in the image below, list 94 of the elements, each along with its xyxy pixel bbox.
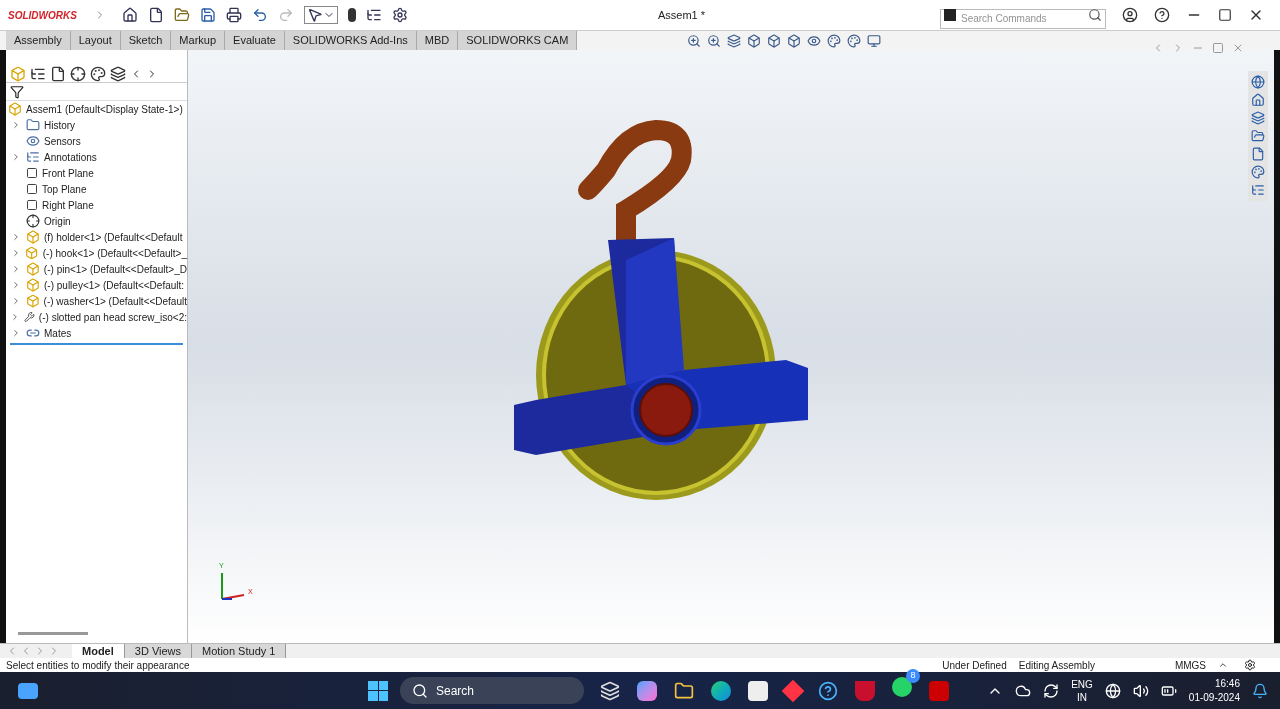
save-icon[interactable] (200, 7, 216, 23)
doc-close-icon[interactable] (1232, 42, 1244, 54)
bottom-tab[interactable]: 3D Views (124, 644, 193, 658)
zoom-fit-icon[interactable] (687, 33, 702, 48)
tree-row[interactable]: Front Plane (6, 165, 187, 181)
network-icon[interactable] (1104, 682, 1121, 699)
mates-icon (26, 326, 40, 340)
bottom-tab[interactable]: Motion Study 1 (192, 644, 287, 658)
status-mode: Editing Assembly (1018, 658, 1095, 673)
units-selector[interactable]: MMGS (1174, 657, 1206, 673)
help-icon[interactable] (1154, 7, 1170, 23)
tree-row[interactable]: Mates (6, 325, 187, 341)
tree-item[interactable]: (f) holder<1> (Default<<Default (44, 229, 183, 245)
tree-item[interactable]: (-) slotted pan head screw_iso<2: (38, 309, 187, 325)
view-settings-icon[interactable] (867, 33, 882, 48)
maximize-icon[interactable] (1218, 8, 1232, 22)
tree-row[interactable]: (-) pulley<1> (Default<<Default: (6, 277, 187, 293)
tree-row[interactable]: Right Plane (6, 197, 187, 213)
appearance-icon[interactable] (827, 33, 842, 48)
status-message: Select entities to modify their appearance (6, 658, 190, 673)
print-icon[interactable] (226, 7, 242, 23)
command-tab[interactable]: Sketch (120, 31, 172, 50)
command-tab[interactable]: Markup (171, 31, 226, 50)
windows-start-icon[interactable] (368, 680, 388, 701)
command-tab[interactable]: SOLIDWORKS CAM (458, 31, 578, 50)
settings-icon[interactable] (392, 7, 408, 23)
undo-icon[interactable] (252, 7, 268, 23)
search-field[interactable]: Search Commands (940, 8, 1106, 29)
tree-row[interactable]: (-) hook<1> (Default<<Default>_ (6, 245, 187, 261)
hide-show-icon[interactable] (807, 33, 822, 48)
help-app-icon[interactable] (818, 680, 838, 701)
status-options-icon[interactable] (1244, 659, 1256, 671)
command-tab[interactable]: Evaluate (225, 31, 285, 50)
volume-icon[interactable] (1132, 682, 1149, 699)
user-icon[interactable] (1122, 7, 1138, 23)
tree-item[interactable]: History (44, 117, 76, 133)
command-tab[interactable]: MBD (416, 31, 459, 50)
units-caret-icon[interactable] (1218, 660, 1228, 670)
notifications-icon[interactable] (1252, 682, 1268, 699)
tree-item[interactable]: (-) hook<1> (Default<<Default>_ (42, 245, 187, 261)
appearances-icon[interactable] (1251, 165, 1265, 179)
tree-row[interactable]: Annotations (6, 149, 187, 165)
search-icon (412, 682, 428, 699)
tree-row[interactable]: Top Plane (6, 181, 187, 197)
file-explorer-icon[interactable] (1251, 129, 1265, 143)
tree-item[interactable]: Front Plane (42, 165, 94, 181)
tree-item[interactable]: Mates (44, 325, 72, 341)
tree-row[interactable]: Origin (6, 213, 187, 229)
search-icon (1088, 8, 1102, 22)
filter-icon[interactable] (10, 84, 24, 99)
sync-icon[interactable] (1043, 682, 1060, 699)
tree-item[interactable]: Annotations (44, 149, 97, 165)
part-icon (25, 294, 40, 308)
command-tab[interactable]: Assembly (6, 31, 71, 50)
part-icon (25, 246, 39, 260)
part-icon (26, 278, 40, 292)
horizontal-scrollbar[interactable] (18, 632, 88, 635)
notification-badge: 8 (906, 669, 920, 683)
tree-row[interactable]: (f) holder<1> (Default<<Default (6, 229, 187, 245)
tree-item[interactable]: (-) pulley<1> (Default<<Default: (44, 277, 185, 293)
part-icon (25, 262, 40, 276)
command-tab[interactable]: SOLIDWORKS Add-Ins (284, 31, 417, 50)
tree-item[interactable]: (-) washer<1> (Default<<Default (43, 293, 187, 309)
zoom-area-icon[interactable] (707, 33, 722, 48)
open-icon[interactable] (174, 7, 190, 23)
doc-restore-icon[interactable] (1212, 42, 1224, 54)
tree-root[interactable]: Assem1 (Default<Display State-1>) (26, 101, 183, 117)
tree-row[interactable]: Sensors (6, 133, 187, 149)
clock[interactable]: 16:46 01-09-2024 (1188, 676, 1240, 705)
tree-item[interactable]: Sensors (44, 133, 81, 149)
bottom-tab[interactable]: Model (72, 644, 125, 658)
window-title: Assem1 * (658, 7, 706, 23)
home-icon[interactable] (1251, 93, 1265, 107)
new-file-icon[interactable] (148, 7, 164, 23)
taskbar-search[interactable]: Search (400, 677, 584, 704)
home-icon[interactable] (122, 7, 138, 23)
folder-icon (26, 118, 40, 132)
tree-item[interactable]: Right Plane (42, 197, 94, 213)
select-button[interactable] (304, 6, 338, 24)
tree-row[interactable]: History (6, 117, 187, 133)
tree-item[interactable]: Top Plane (42, 181, 87, 197)
app-logo: SOLIDWORKS (8, 8, 78, 23)
tree-row[interactable]: (-) slotted pan head screw_iso<2: (6, 309, 187, 325)
file-explorer-icon[interactable] (674, 680, 694, 701)
status-state: Under Defined (942, 658, 1007, 673)
tree-item[interactable]: (-) pin<1> (Default<<Default>_D (43, 261, 187, 277)
language-indicator[interactable]: ENG IN (1071, 677, 1093, 704)
part-icon (26, 230, 40, 244)
tree-row[interactable]: (-) pin<1> (Default<<Default>_D (6, 261, 187, 277)
tree-row[interactable]: (-) washer<1> (Default<<Default (6, 293, 187, 309)
origin-icon (26, 214, 40, 228)
tree-item[interactable]: Origin (44, 213, 71, 229)
command-tab[interactable]: Layout (70, 31, 121, 50)
pointer-icon (307, 7, 323, 23)
